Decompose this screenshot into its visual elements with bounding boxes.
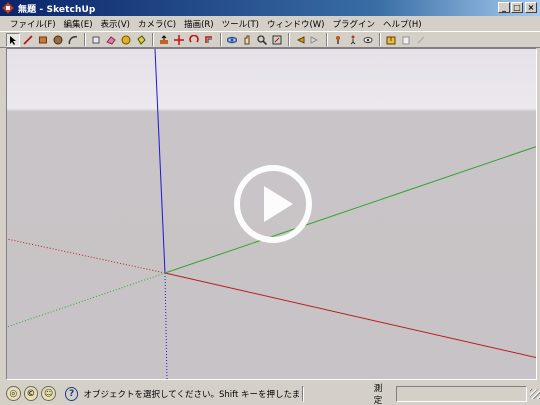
minimize-button[interactable]: _ [498,2,510,13]
previous-view-tool-button[interactable] [293,33,307,47]
position-camera-icon [336,35,340,44]
arc-tool-button[interactable] [66,33,80,47]
green-axis-positive [164,146,536,274]
window-controls: _ □ × [498,2,537,13]
line-tool-button[interactable] [21,33,35,47]
help-icon[interactable]: ? [64,386,79,401]
menu-edit[interactable]: 編集(E) [60,18,97,30]
user-icon[interactable]: ☺ [41,386,56,401]
menu-window[interactable]: ウィンドウ(W) [263,18,329,30]
circle-tool-button[interactable] [51,33,65,47]
get-models-tool-button[interactable] [384,33,398,47]
menu-plugins[interactable]: プラグイン [329,18,380,30]
main-toolbar [0,31,540,48]
previous-view-icon [296,35,305,44]
make-component-tool-button[interactable] [89,33,103,47]
credits-icon[interactable]: © [23,386,39,401]
menu-bar: ファイル(F) 編集(E) 表示(V) カメラ(C) 描画(R) ツール(T) … [0,16,540,31]
menu-tools[interactable]: ツール(T) [218,18,263,30]
paint-bucket-tool-button[interactable] [134,33,148,47]
resize-grip[interactable] [530,388,540,399]
move-tool-button[interactable] [172,33,186,47]
look-around-tool-button[interactable] [361,33,375,47]
rotate-tool-button[interactable] [187,33,201,47]
zoom-tool-button[interactable] [255,33,269,47]
offset-tool-button[interactable] [202,33,216,47]
measurements-input[interactable] [396,385,528,402]
toolbar-separator [326,33,328,46]
select-icon [10,35,16,45]
menu-draw[interactable]: 描画(R) [180,18,218,30]
make-component-icon [92,36,100,43]
arc-icon [68,35,78,44]
menu-file[interactable]: ファイル(F) [6,18,60,30]
play-icon[interactable] [233,164,313,244]
next-view-icon [310,35,319,44]
offset-icon [205,35,212,43]
circle-icon [53,35,63,44]
select-tool-button[interactable] [6,32,20,47]
geo-location-icon[interactable]: ◎ [6,386,21,401]
maximize-button[interactable]: □ [511,2,523,13]
toolbar-separator [379,33,381,46]
red-axis-positive [164,272,536,359]
title-bar: 無題 - SketchUp _ □ × [0,0,540,16]
rectangle-icon [39,36,47,43]
status-message: オブジェクトを選択してください。Shift キーを押したまま選択 [83,389,302,400]
push-pull-icon [160,34,168,44]
walk-tool-button[interactable] [346,33,360,47]
sketchup-app-icon [3,3,14,14]
menu-help[interactable]: ヘルプ(H) [379,18,426,30]
green-axis-negative [7,272,166,328]
menu-view[interactable]: 表示(V) [97,18,134,30]
blue-axis-negative [164,272,168,379]
status-bar: ◎ © ☺ ? オブジェクトを選択してください。Shift キーを押したまま選択… [0,382,540,405]
zoom-extents-tool-button[interactable] [270,33,284,47]
pan-tool-button[interactable] [240,33,254,47]
share-model-tool-button[interactable] [399,33,413,47]
toolbar-separator [288,33,290,46]
rotate-icon [189,34,199,43]
push-pull-tool-button[interactable] [157,33,171,47]
3d-viewport[interactable] [6,48,537,380]
move-icon [174,34,184,45]
share-component-icon [417,36,425,43]
rectangle-tool-button[interactable] [36,33,50,47]
toolbar-separator [84,33,86,46]
toolbar-separator [152,33,154,46]
toolbar-separator [220,33,222,46]
eraser-tool-button[interactable] [104,33,118,47]
walk-icon [350,35,356,44]
menu-camera[interactable]: カメラ(C) [134,18,180,30]
position-camera-tool-button[interactable] [331,33,345,47]
line-icon [23,34,33,45]
orbit-tool-button[interactable] [225,33,239,47]
window-title: 無題 - SketchUp [18,4,96,15]
blue-axis-positive [154,49,166,274]
zoom-icon [257,34,267,45]
share-component-tool-button[interactable] [414,33,428,47]
measurements-label: 測定 [373,383,383,405]
tape-measure-icon [121,35,131,44]
share-model-icon [402,36,410,44]
orbit-icon [227,36,237,43]
status-divider [301,385,304,402]
look-around-icon [363,36,373,43]
tape-measure-tool-button[interactable] [119,33,133,47]
get-models-icon [386,36,396,44]
close-button[interactable]: × [525,2,537,13]
red-axis-negative [7,238,166,274]
eraser-icon [106,35,116,45]
next-view-tool-button[interactable] [308,33,322,47]
zoom-extents-icon [272,35,282,44]
pan-icon [244,35,250,44]
paint-bucket-icon [137,34,146,45]
